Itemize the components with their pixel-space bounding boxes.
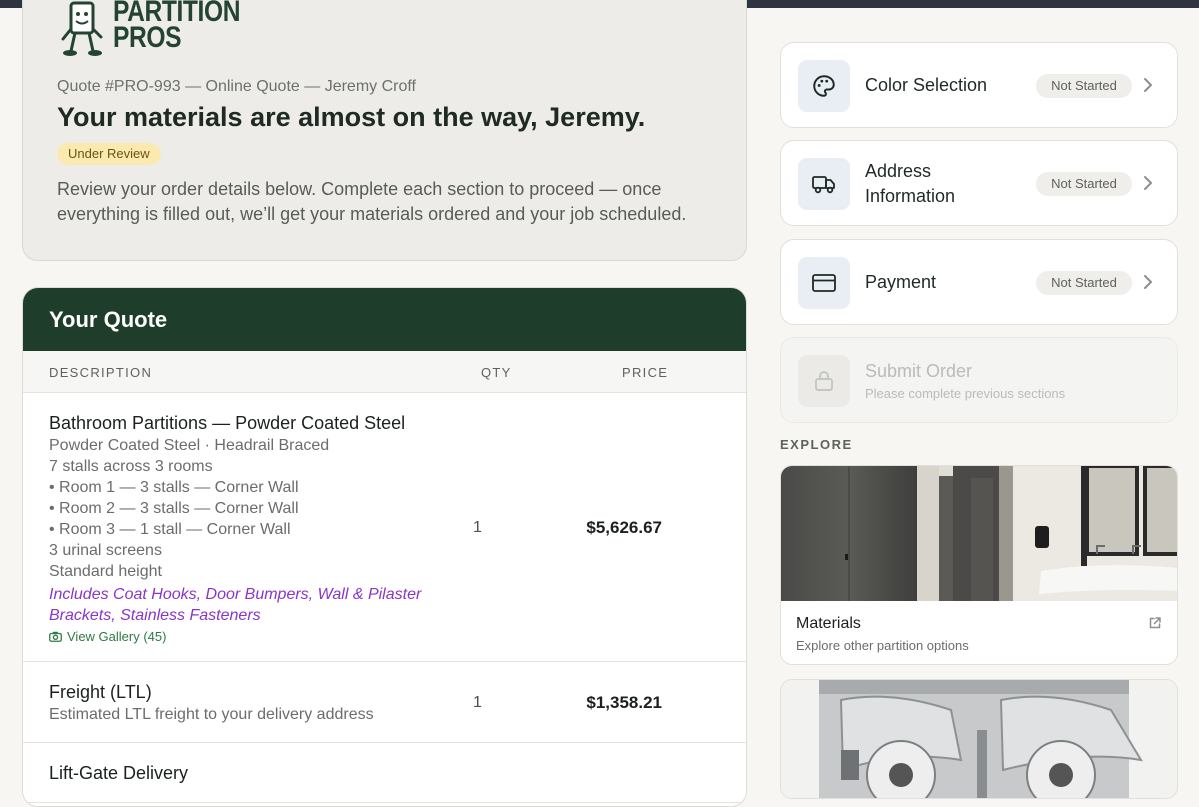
status-badge: Under Review bbox=[57, 143, 161, 165]
step-label: Address Information bbox=[865, 161, 956, 206]
quote-title: Your Quote bbox=[49, 306, 168, 332]
step-status-badge: Not Started bbox=[1036, 271, 1132, 295]
quote-header: Your Quote bbox=[23, 288, 746, 351]
brand-line2: PROS bbox=[113, 21, 182, 54]
mascot-logo-icon bbox=[61, 1, 103, 56]
item-qty: 1 bbox=[473, 519, 482, 536]
quote-table-card: Your Quote DESCRIPTION QTY PRICE Bathroo… bbox=[22, 287, 747, 807]
item-includes: Includes Coat Hooks, Door Bumpers, Wall … bbox=[49, 586, 422, 624]
view-gallery-label: View Gallery (45) bbox=[67, 629, 167, 644]
view-gallery-link[interactable]: View Gallery (45) bbox=[49, 629, 166, 644]
item-title: Freight (LTL) bbox=[49, 682, 152, 702]
item-detail: • Room 1 — 3 stalls — Corner Wall bbox=[49, 479, 299, 496]
item-title: Lift-Gate Delivery bbox=[49, 763, 189, 783]
brand-logo[interactable]: PARTITION PROS bbox=[57, 0, 240, 61]
truck-icon bbox=[812, 176, 835, 194]
item-detail: 3 urinal screens bbox=[49, 542, 162, 559]
hero-description: Review your order details below. Complet… bbox=[57, 179, 687, 224]
item-qty: 1 bbox=[473, 694, 482, 711]
external-link-icon bbox=[1149, 617, 1161, 629]
accessories-tile[interactable] bbox=[780, 679, 1178, 799]
step-icon-wrap bbox=[798, 355, 850, 407]
lock-icon bbox=[815, 371, 833, 391]
column-price: PRICE bbox=[622, 365, 669, 380]
item-price: $1,358.21 bbox=[586, 693, 662, 712]
column-description: DESCRIPTION bbox=[49, 365, 153, 380]
step-color-selection[interactable]: Color Selection Not Started bbox=[780, 42, 1178, 128]
item-price: $5,626.67 bbox=[586, 518, 662, 537]
step-icon-wrap bbox=[798, 257, 850, 309]
item-detail: Estimated LTL freight to your delivery a… bbox=[49, 706, 374, 723]
item-title: Bathroom Partitions — Powder Coated Stee… bbox=[49, 413, 406, 433]
toilet-paper-dispenser-photo bbox=[781, 680, 1177, 798]
camera-icon bbox=[49, 631, 62, 642]
tile-title: Materials bbox=[796, 615, 861, 632]
step-label: Color Selection bbox=[865, 75, 988, 95]
step-label: Payment bbox=[865, 272, 937, 292]
chevron-right-icon bbox=[1144, 78, 1152, 92]
item-detail: • Room 3 — 1 stall — Corner Wall bbox=[49, 521, 291, 538]
materials-photo bbox=[781, 466, 1177, 601]
item-detail: Powder Coated Steel · Headrail Braced bbox=[49, 437, 330, 454]
materials-tile[interactable]: Materials Explore other partition option… bbox=[780, 465, 1178, 665]
chevron-right-icon bbox=[1144, 275, 1152, 289]
palette-icon bbox=[813, 75, 835, 97]
column-qty: QTY bbox=[481, 365, 512, 380]
item-detail: Standard height bbox=[49, 563, 162, 580]
step-sublabel: Please complete previous sections bbox=[865, 386, 1066, 401]
table-row: Lift-Gate Delivery bbox=[23, 743, 746, 803]
quote-summary-card: PARTITION PROS Quote #PRO-993 — Online Q… bbox=[22, 0, 747, 261]
item-detail: 7 stalls across 3 rooms bbox=[49, 458, 213, 475]
step-address-information[interactable]: Address Information Not Started bbox=[780, 140, 1178, 226]
step-status-badge: Not Started bbox=[1036, 172, 1132, 196]
brand-wordmark: PARTITION PROS bbox=[113, 0, 240, 54]
step-submit-order: Submit Order Please complete previous se… bbox=[780, 337, 1178, 423]
table-header: DESCRIPTION QTY PRICE bbox=[23, 351, 746, 393]
item-detail: • Room 2 — 3 stalls — Corner Wall bbox=[49, 500, 299, 517]
table-row: Freight (LTL) Estimated LTL freight to y… bbox=[23, 662, 746, 743]
step-icon-wrap bbox=[798, 60, 850, 112]
quote-meta: Quote #PRO-993 — Online Quote — Jeremy C… bbox=[57, 78, 416, 95]
page-title: Your materials are almost on the way, Je… bbox=[57, 102, 646, 132]
explore-heading: EXPLORE bbox=[780, 437, 853, 452]
step-icon-wrap bbox=[798, 158, 850, 210]
credit-card-icon bbox=[812, 274, 836, 292]
step-status-badge: Not Started bbox=[1036, 74, 1132, 98]
chevron-right-icon bbox=[1144, 176, 1152, 190]
step-payment[interactable]: Payment Not Started bbox=[780, 239, 1178, 325]
step-label: Submit Order bbox=[865, 361, 973, 381]
table-row: Bathroom Partitions — Powder Coated Stee… bbox=[23, 393, 746, 662]
tile-subtitle: Explore other partition options bbox=[796, 638, 969, 653]
